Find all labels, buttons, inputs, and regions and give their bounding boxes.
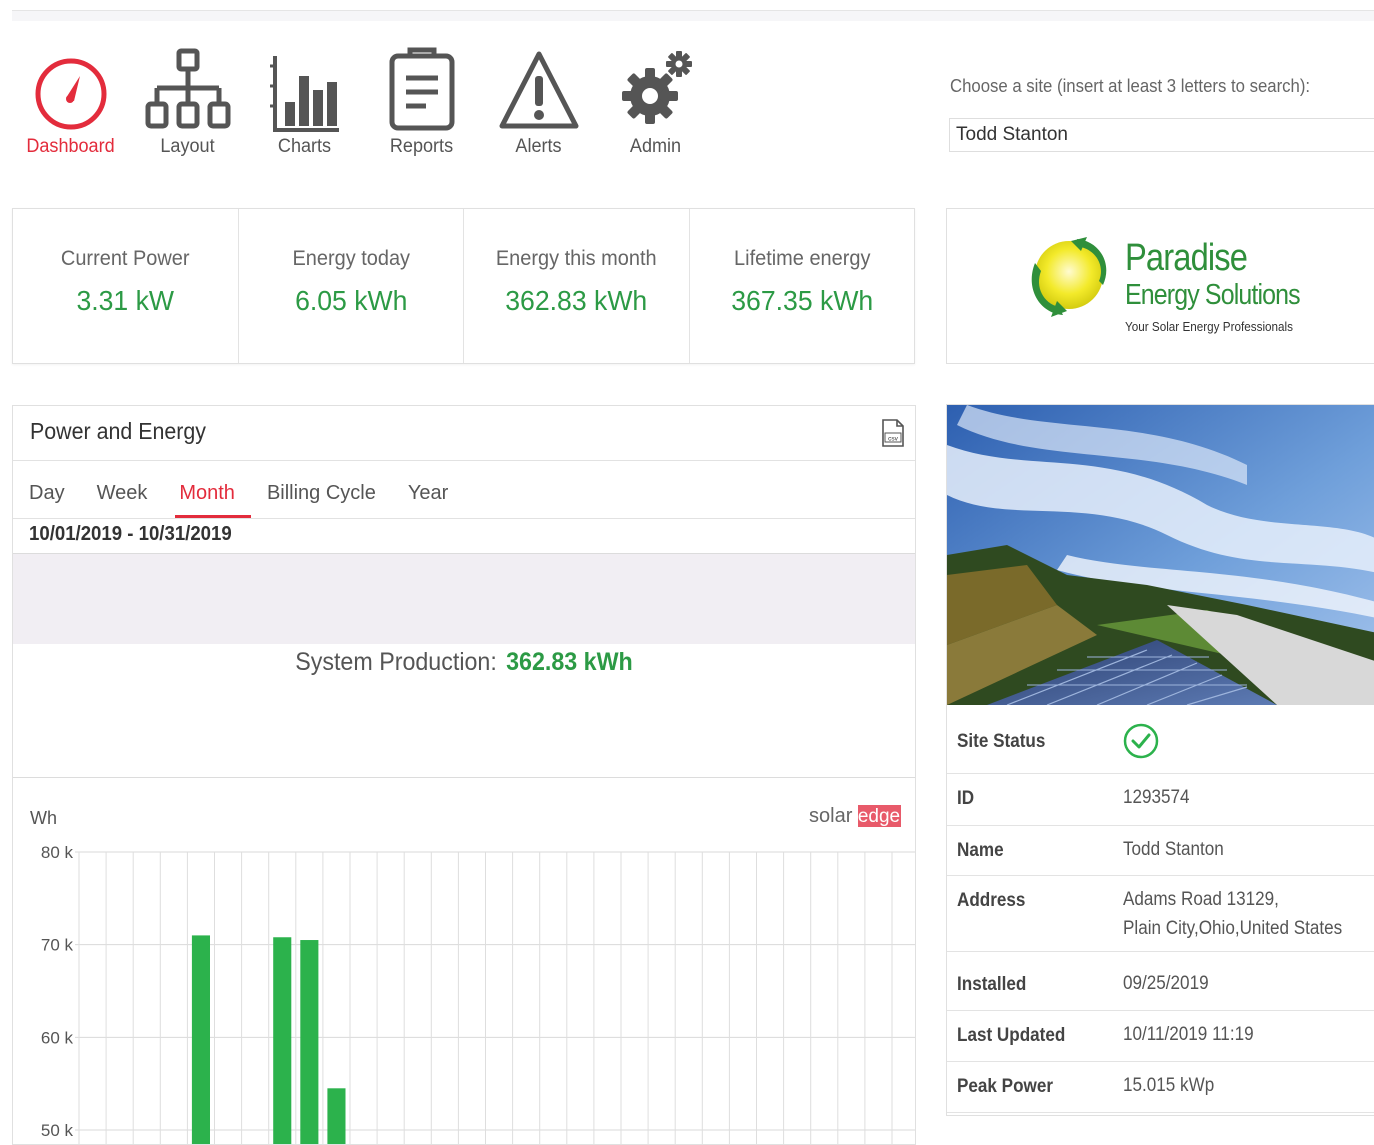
divider [13,460,915,461]
site-name-row: Name Todd Stanton [947,826,1374,876]
nav-reports[interactable]: Reports [363,40,480,158]
kpi-value: 367.35 kWh [730,285,873,316]
check-circle-icon [1123,723,1159,759]
kpi-value: 3.31 kW [76,285,175,316]
energy-bar-chart: Wh solar edge 80 k70 k60 k50 k [30,805,915,1145]
company-logo-card: Paradise Energy Solutions Your Solar Ene… [946,208,1374,364]
nav-charts[interactable]: Charts [246,40,363,158]
y-tick-label: 60 k [41,1028,74,1047]
nav-alerts-label: Alerts [515,136,562,157]
site-last-updated-label: Last Updated [957,1025,1066,1046]
nav-layout-label: Layout [160,136,215,157]
site-status-label: Site Status [957,731,1046,752]
period-tabs: Day Week Month Billing Cycle Year [13,468,464,518]
kpi-title: Lifetime energy [733,247,870,270]
power-energy-panel: Power and Energy csv Day Week Month Bill… [12,405,916,1145]
kpi-value: 362.83 kWh [505,285,648,316]
tab-year[interactable]: Year [392,468,464,515]
site-details-card: Site Status ID 1293574 Name Todd Stanton… [946,404,1374,1116]
site-peak-power-row: Peak Power 15.015 kWp [947,1062,1374,1113]
logo-name-line2: Energy Solutions [1125,279,1301,311]
site-installed-label: Installed [957,974,1027,995]
site-id-value: 1293574 [1123,787,1190,808]
nav-dashboard-label: Dashboard [26,136,115,157]
site-address-line2: Plain City,Ohio,United States [1123,918,1343,939]
site-address-line1: Adams Road 13129, [1123,889,1279,910]
nav-reports-label: Reports [389,136,454,157]
solaredge-brand-text: solar [809,805,853,827]
kpi-value: 6.05 kWh [294,285,407,316]
csv-export-icon[interactable]: csv [881,418,905,453]
production-band [13,554,915,644]
site-photo [947,405,1374,705]
site-name-value: Todd Stanton [1123,839,1224,860]
system-production: System Production: 362.83 kWh [45,648,884,677]
site-peak-power-value: 15.015 kWp [1123,1075,1215,1096]
site-address-row: Address Adams Road 13129, Plain City,Ohi… [947,876,1374,952]
site-id-label: ID [957,788,975,809]
bar-day-8[interactable] [273,937,292,1145]
bar-day-10[interactable] [327,1088,346,1145]
bar-day-9[interactable] [300,940,319,1145]
divider [13,518,915,519]
site-last-updated-row: Last Updated 10/11/2019 11:19 [947,1011,1374,1062]
site-name-label: Name [957,840,1004,861]
site-status-row: Site Status [947,705,1374,774]
tab-billing-cycle[interactable]: Billing Cycle [251,468,392,515]
kpi-card: Current Power 3.31 kW Energy today 6.05 … [12,208,915,364]
kpi-title: Current Power [60,247,190,270]
kpi-title: Energy this month [495,247,657,270]
kpi-energy-today: Energy today 6.05 kWh [239,209,464,363]
gauge-icon [12,40,129,132]
date-range: 10/01/2019 - 10/31/2019 [29,523,232,545]
bar-day-5[interactable] [191,935,210,1145]
tab-week[interactable]: Week [81,468,164,515]
logo-tagline: Your Solar Energy Professionals [1125,319,1294,334]
system-production-label: System Production: [295,648,497,676]
y-axis-unit: Wh [30,808,57,828]
nav-admin[interactable]: Admin [597,40,714,158]
bar-chart-icon [246,40,363,132]
nav-dashboard[interactable]: Dashboard [12,40,129,158]
site-id-row: ID 1293574 [947,774,1374,826]
nav-alerts[interactable]: Alerts [480,40,597,158]
site-search-input[interactable] [949,118,1374,152]
kpi-title: Energy today [291,247,410,270]
clipboard-icon [363,40,480,132]
sun-swirl-logo-icon [1031,237,1107,317]
kpi-current-power: Current Power 3.31 kW [13,209,239,363]
gears-icon [597,40,714,132]
main-nav: Dashboard Layout Charts Reports Alerts A… [12,40,714,158]
svg-text:csv: csv [888,436,899,443]
y-tick-label: 70 k [41,936,74,955]
kpi-lifetime-energy: Lifetime energy 367.35 kWh [690,209,915,363]
site-peak-power-label: Peak Power [957,1076,1054,1097]
nav-charts-label: Charts [277,136,332,157]
kpi-energy-month: Energy this month 362.83 kWh [464,209,690,363]
nav-layout[interactable]: Layout [129,40,246,158]
site-installed-value: 09/25/2019 [1123,973,1209,994]
panel-title: Power and Energy [30,418,206,444]
system-production-value: 362.83 kWh [506,648,633,676]
hierarchy-icon [129,40,246,132]
nav-admin-label: Admin [629,136,682,157]
tab-month[interactable]: Month [163,468,251,518]
logo-name-line1: Paradise [1125,237,1248,279]
top-bar [12,10,1374,21]
site-address-label: Address [957,890,1026,911]
site-last-updated-value: 10/11/2019 11:19 [1123,1024,1254,1045]
site-search-label: Choose a site (insert at least 3 letters… [950,76,1311,96]
y-tick-label: 80 k [41,843,74,862]
tab-day[interactable]: Day [13,468,81,515]
site-installed-row: Installed 09/25/2019 [947,952,1374,1011]
warning-icon [480,40,597,132]
solaredge-brand-edge: edge [858,806,900,827]
